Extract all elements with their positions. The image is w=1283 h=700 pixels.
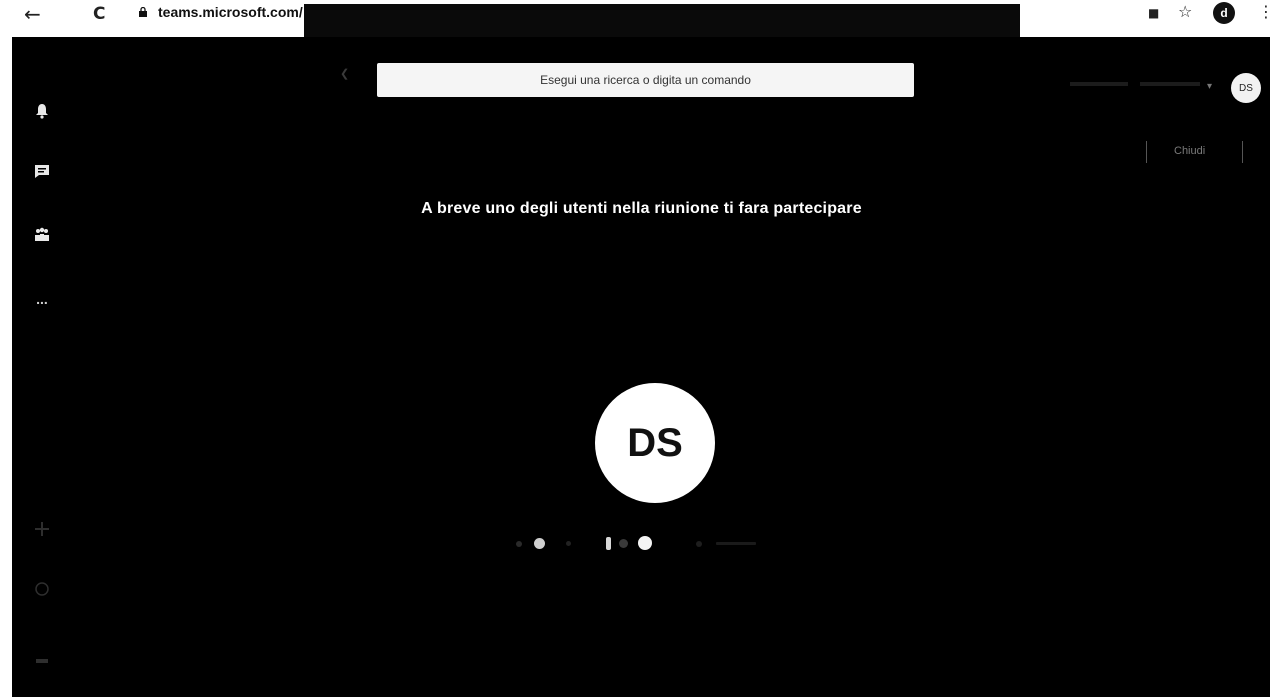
browser-profile-avatar[interactable]: d: [1213, 2, 1235, 24]
download-icon[interactable]: [32, 651, 52, 671]
audio-settings-icon[interactable]: [619, 539, 628, 548]
organization-switcher[interactable]: [1070, 77, 1210, 91]
teams-icon[interactable]: [32, 225, 52, 245]
divider: [1242, 141, 1243, 163]
search-placeholder: Esegui una ricerca o digita un comando: [540, 73, 751, 87]
apps-icon[interactable]: [32, 519, 52, 539]
star-icon[interactable]: ☆: [1178, 2, 1192, 21]
help-icon[interactable]: [32, 579, 52, 599]
browser-menu-icon[interactable]: ⋮: [1258, 2, 1274, 21]
chevron-down-icon[interactable]: ▾: [1207, 81, 1212, 92]
divider: [1146, 141, 1147, 163]
more-icon[interactable]: ...: [32, 289, 52, 309]
device-settings-label: [716, 542, 756, 545]
reload-icon[interactable]: C: [93, 4, 105, 24]
chat-icon[interactable]: [32, 161, 52, 181]
microphone-toggle-icon[interactable]: [638, 536, 652, 550]
camera-toggle-icon[interactable]: [516, 541, 522, 547]
participant-avatar: DS: [595, 383, 715, 503]
separator-dot: [566, 541, 571, 546]
device-settings-icon[interactable]: [696, 541, 702, 547]
camera-indicator-icon[interactable]: [534, 538, 545, 549]
close-call-control: Chiudi: [1146, 137, 1256, 167]
browser-toolbar: ← C teams.microsoft.com/ ■ ☆ d ⋮: [0, 0, 1283, 52]
back-arrow-icon[interactable]: ←: [24, 2, 41, 26]
close-button[interactable]: Chiudi: [1174, 145, 1205, 157]
bell-icon[interactable]: [32, 101, 52, 121]
call-controls-bar: [502, 533, 802, 557]
history-back-icon[interactable]: ❮: [340, 67, 349, 80]
lock-icon: [139, 7, 147, 17]
lobby-waiting-message: A breve uno degli utenti nella riunione …: [421, 200, 862, 217]
user-avatar[interactable]: DS: [1231, 73, 1261, 103]
microphone-icon[interactable]: [606, 537, 611, 550]
app-rail: ...: [12, 37, 74, 697]
address-bar-url[interactable]: teams.microsoft.com/: [158, 4, 303, 20]
search-input[interactable]: Esegui una ricerca o digita un comando: [377, 63, 914, 97]
extension-icon[interactable]: ■: [1148, 6, 1159, 20]
teams-app: ... ❮ Esegui una ricerca o digita un com…: [12, 37, 1270, 697]
